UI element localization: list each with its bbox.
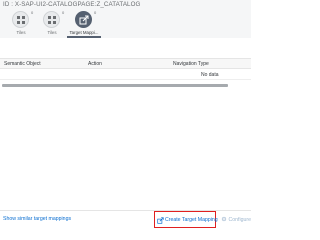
column-header-navigation-type[interactable]: Navigation Type xyxy=(173,61,209,67)
tab-tiles[interactable]: 0 Tiles xyxy=(6,9,36,38)
configure-icon xyxy=(221,216,227,222)
column-header-action[interactable]: Action xyxy=(88,61,102,67)
tab-label: Tiles xyxy=(47,29,57,35)
show-similar-link[interactable]: Show similar target mappings xyxy=(3,216,71,222)
tab-icon-circle xyxy=(43,11,60,28)
table-row: No data xyxy=(0,69,251,80)
column-header-semantic-object[interactable]: Semantic Object xyxy=(4,61,41,67)
configure-button-label: Configure xyxy=(228,217,252,223)
icon-tab-bar: 0 Tiles 0 Tiles 0 Target Mappi... xyxy=(0,9,251,38)
tab-label: Target Mappi... xyxy=(69,29,99,35)
tab-count: 0 xyxy=(94,10,97,15)
create-target-mapping-button[interactable]: Create Target Mapping xyxy=(154,211,218,228)
create-icon xyxy=(157,217,164,224)
target-mappings-table: Semantic Object Action Navigation Type N… xyxy=(0,58,251,80)
no-data-text: No data xyxy=(201,71,219,78)
tab-target-mappings[interactable]: 0 Target Mappi... xyxy=(69,9,99,38)
tab-icon-circle xyxy=(75,11,92,28)
horizontal-scrollbar[interactable] xyxy=(2,84,228,87)
target-mapping-icon xyxy=(79,15,88,24)
footer-toolbar: Show similar target mappings Create Targ… xyxy=(0,210,251,228)
catalog-header: ID : X-SAP-UI2-CATALOGPAGE:Z_CATATALOG 0… xyxy=(0,0,251,38)
table-header: Semantic Object Action Navigation Type xyxy=(0,58,251,69)
tab-label: Tiles xyxy=(16,29,26,35)
grid-icon xyxy=(47,15,56,24)
tab-count: 0 xyxy=(31,10,34,15)
selected-tab-indicator xyxy=(67,36,101,38)
tab-icon-circle xyxy=(12,11,29,28)
configure-button[interactable]: Configure xyxy=(221,216,251,223)
tab-tiles-2[interactable]: 0 Tiles xyxy=(37,9,67,38)
page-title: ID : X-SAP-UI2-CATALOGPAGE:Z_CATATALOG xyxy=(3,1,141,8)
tab-count: 0 xyxy=(62,10,65,15)
create-button-label: Create Target Mapping xyxy=(165,217,218,223)
grid-icon xyxy=(16,15,25,24)
